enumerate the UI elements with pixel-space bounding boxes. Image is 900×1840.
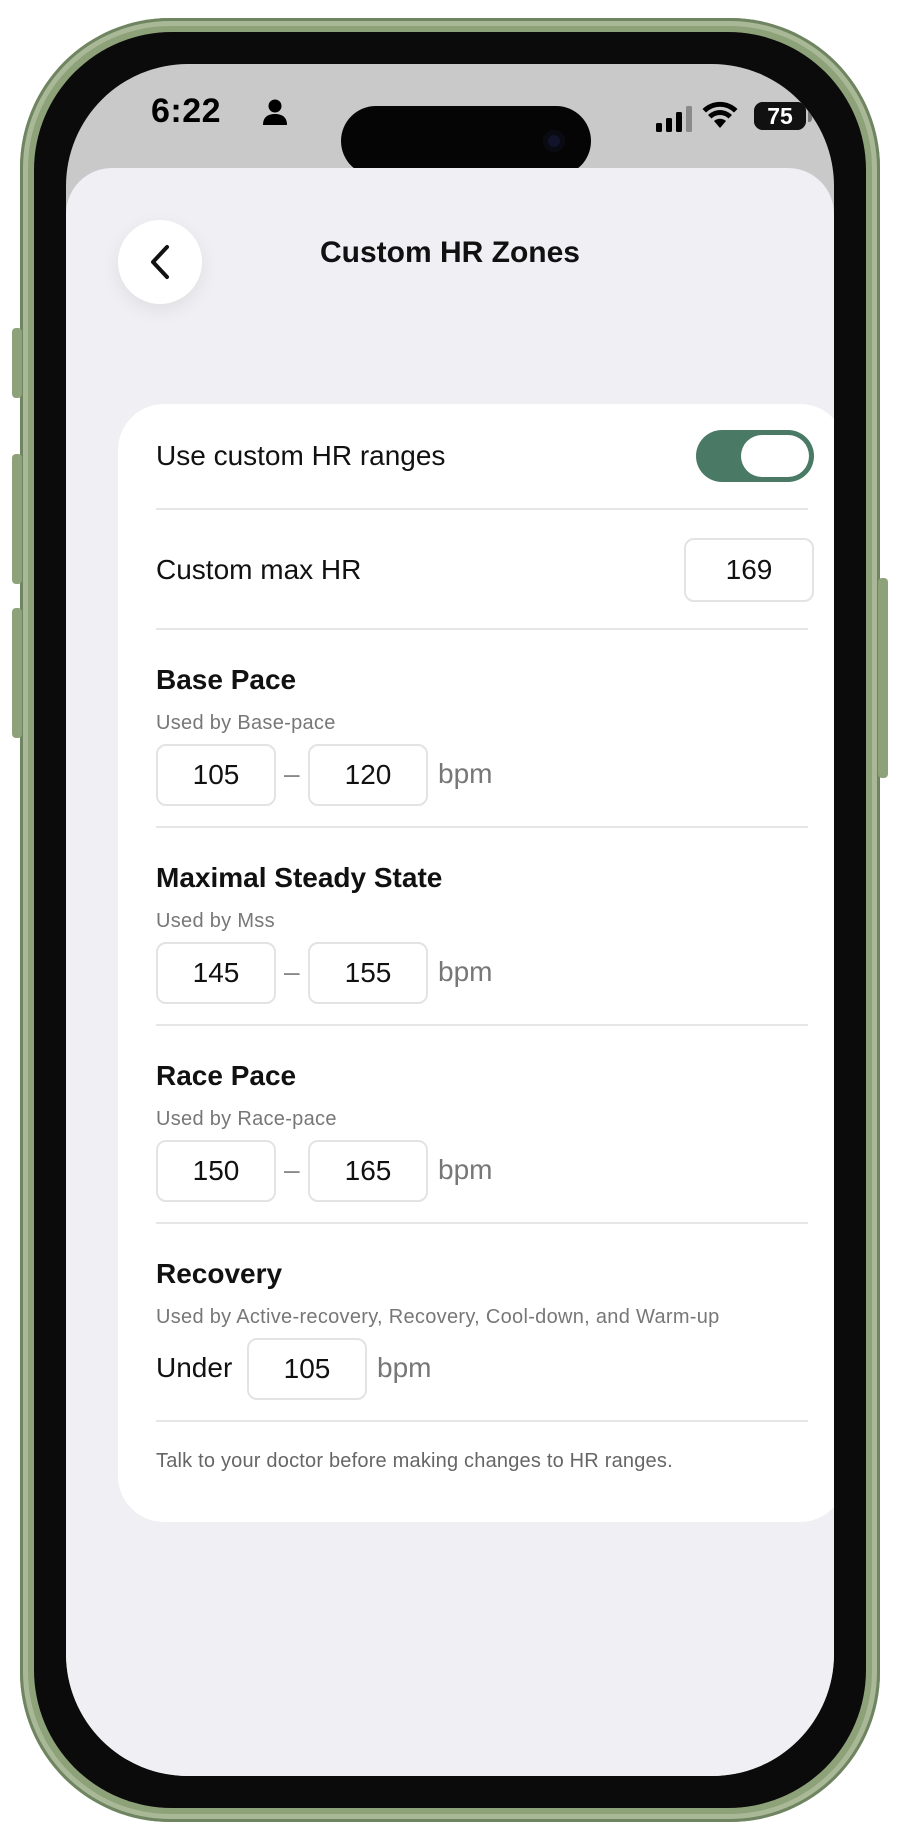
race-pace-low-field[interactable]: 150 [156,1140,276,1202]
zone-title-race-pace: Race Pace [156,1060,297,1091]
zone-subtitle-base-pace: Used by Base-pace [156,712,336,734]
unit-label: bpm [377,1352,432,1383]
screen: 6:22 75 Custom HR Zones Use custom HR ra… [66,64,834,1776]
divider [156,1024,808,1026]
divider [156,1420,808,1422]
hr-zones-card: Use custom HR ranges Custom max HR 169 B… [118,404,834,1522]
base-pace-high-field[interactable]: 120 [308,744,428,806]
custom-hr-toggle[interactable] [696,430,814,482]
unit-label: bpm [438,956,493,987]
unit-label: bpm [438,1154,493,1185]
camera-icon [543,130,565,152]
cellular-signal-icon [656,106,692,132]
max-hr-label: Custom max HR [156,554,362,585]
settings-sheet: Custom HR Zones Use custom HR ranges Cus… [66,168,834,1776]
phone-frame: 6:22 75 Custom HR Zones Use custom HR ra… [12,18,888,1822]
divider [156,826,808,828]
status-time: 6:22 [151,92,222,130]
toggle-knob [741,435,809,477]
status-bar: 6:22 75 [66,64,834,176]
divider [156,1222,808,1224]
bezel: 6:22 75 Custom HR Zones Use custom HR ra… [34,32,866,1808]
unit-label: bpm [438,758,493,789]
zone-subtitle-race-pace: Used by Race-pace [156,1108,337,1130]
page-title: Custom HR Zones [319,236,580,269]
range-separator: – [284,758,300,789]
max-hr-field[interactable]: 169 [684,538,814,602]
zone-subtitle-maximal-steady-state: Used by Mss [156,910,275,932]
battery-cap [808,110,812,122]
footnote-text: Talk to your doctor before making change… [156,1450,673,1472]
range-separator: – [284,1154,300,1185]
person-icon [263,99,287,125]
base-pace-low-field[interactable]: 105 [156,744,276,806]
divider [156,508,808,510]
range-separator: – [284,956,300,987]
volume-up-button [12,454,22,584]
zone-subtitle-recovery: Used by Active-recovery, Recovery, Cool-… [156,1306,720,1328]
action-button [12,328,22,398]
battery-icon: 75 [754,102,806,130]
zone-title-maximal-steady-state: Maximal Steady State [156,862,443,893]
recovery-max-field[interactable]: 105 [247,1338,367,1400]
volume-down-button [12,608,22,738]
recovery-prefix: Under [156,1352,233,1383]
custom-hr-toggle-label: Use custom HR ranges [156,440,446,471]
mss-high-field[interactable]: 155 [308,942,428,1004]
zone-title-base-pace: Base Pace [156,664,297,695]
dynamic-island [341,106,591,176]
zone-title-recovery: Recovery [156,1258,283,1289]
race-pace-high-field[interactable]: 165 [308,1140,428,1202]
wifi-icon [702,101,738,128]
divider [156,628,808,630]
power-button [878,578,888,778]
mss-low-field[interactable]: 145 [156,942,276,1004]
